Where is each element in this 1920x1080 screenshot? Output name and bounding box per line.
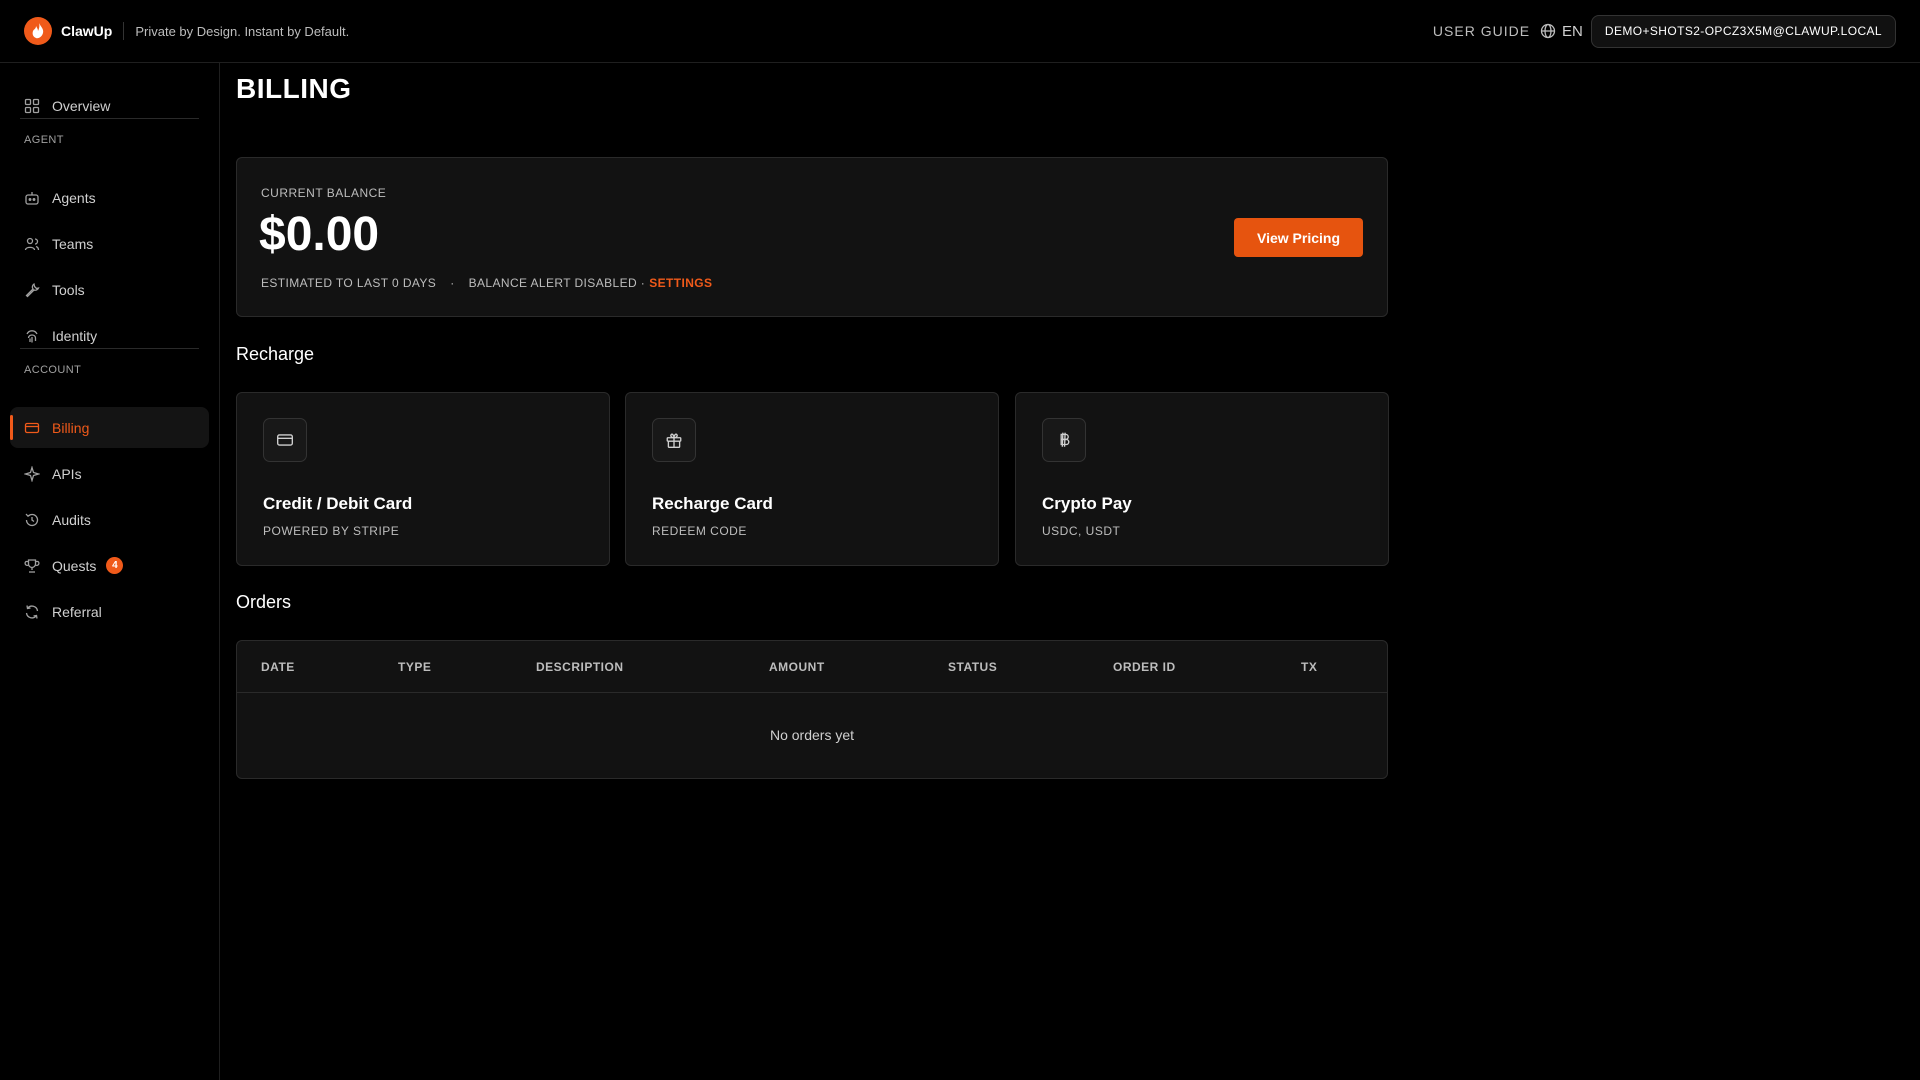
top-bar: ClawUp Private by Design. Instant by Def… (0, 0, 1920, 63)
sidebar-divider (20, 348, 199, 349)
recharge-card-method[interactable]: Recharge Card REDEEM CODE (625, 392, 999, 566)
refresh-icon (25, 604, 39, 619)
method-title: Recharge Card (652, 494, 773, 513)
sidebar-item-label: Teams (52, 235, 94, 252)
fingerprint-icon (26, 329, 38, 342)
gift-icon (652, 418, 696, 462)
sidebar-section-agent: AGENT (24, 134, 64, 146)
trophy-icon (24, 558, 40, 573)
meta-separator: · (450, 276, 455, 290)
top-right-controls: USER GUIDE EN DEMO+SHOTS2-OPCZ3X5M@CLAWU… (1433, 14, 1896, 48)
orders-heading: Orders (236, 592, 292, 612)
orders-table: DATE TYPE DESCRIPTION AMOUNT STATUS ORDE… (236, 640, 1388, 779)
sidebar-item-label: Referral (52, 603, 102, 620)
globe-icon (1540, 23, 1556, 39)
bitcoin-icon (1042, 418, 1086, 462)
balance-label: CURRENT BALANCE (261, 186, 387, 200)
wrench-icon (25, 282, 40, 297)
column-amount[interactable]: AMOUNT (769, 660, 825, 674)
sidebar-item-label: Billing (52, 419, 90, 436)
orders-table-header: DATE TYPE DESCRIPTION AMOUNT STATUS ORDE… (237, 641, 1387, 693)
sidebar-item-label: APIs (52, 465, 82, 482)
sidebar-item-audits[interactable]: Audits (10, 499, 209, 540)
column-description[interactable]: DESCRIPTION (536, 660, 624, 674)
method-subtitle: USDC, USDT (1042, 524, 1121, 538)
sparkle-icon (24, 465, 40, 482)
sidebar-item-overview[interactable]: Overview (10, 85, 209, 126)
users-icon (24, 237, 40, 250)
sidebar-item-apis[interactable]: APIs (10, 453, 209, 494)
method-title: Credit / Debit Card (263, 494, 413, 513)
column-type[interactable]: TYPE (398, 660, 431, 674)
history-icon (25, 513, 39, 526)
language-label: EN (1562, 22, 1583, 40)
sidebar-item-referral[interactable]: Referral (10, 591, 209, 632)
method-subtitle: REDEEM CODE (652, 524, 747, 538)
credit-card-icon (263, 418, 307, 462)
column-date[interactable]: DATE (261, 660, 295, 674)
credit-card-icon (24, 422, 40, 433)
quests-count-badge: 4 (106, 557, 124, 574)
balance-estimate: ESTIMATED TO LAST 0 DAYS (261, 276, 437, 290)
balance-alert-status: BALANCE ALERT DISABLED · (468, 276, 646, 290)
sidebar-item-label: Tools (52, 281, 85, 298)
page-title: BILLING (236, 73, 352, 104)
sidebar-section-account: ACCOUNT (24, 364, 82, 376)
view-pricing-button[interactable]: View Pricing (1234, 218, 1363, 257)
sidebar-item-teams[interactable]: Teams (10, 223, 209, 264)
brand-name[interactable]: ClawUp (61, 23, 112, 39)
sidebar-item-label: Audits (52, 511, 91, 528)
brand-divider (123, 22, 125, 40)
sidebar-divider (20, 118, 199, 119)
tagline: Private by Design. Instant by Default. (135, 23, 350, 39)
sidebar-item-tools[interactable]: Tools (10, 269, 209, 310)
user-guide-link[interactable]: USER GUIDE (1433, 23, 1530, 39)
sidebar-item-label: Agents (52, 189, 96, 206)
grid-icon (24, 98, 40, 113)
method-subtitle: POWERED BY STRIPE (263, 524, 400, 538)
clawup-logo-icon[interactable] (24, 17, 52, 45)
balance-meta: ESTIMATED TO LAST 0 DAYS · BALANCE ALERT… (261, 276, 712, 290)
language-selector[interactable]: EN (1540, 23, 1583, 40)
sidebar: Overview AGENT Agents Teams Tools Identi… (0, 63, 220, 1080)
column-tx[interactable]: TX (1301, 660, 1317, 674)
balance-amount: $0.00 (259, 208, 380, 261)
column-order-id[interactable]: ORDER ID (1113, 660, 1176, 674)
recharge-heading: Recharge (236, 344, 315, 364)
bot-icon (25, 191, 39, 205)
balance-settings-link[interactable]: SETTINGS (649, 276, 712, 290)
crypto-pay-method[interactable]: Crypto Pay USDC, USDT (1015, 392, 1389, 566)
credit-card-method[interactable]: Credit / Debit Card POWERED BY STRIPE (236, 392, 610, 566)
sidebar-item-agents[interactable]: Agents (10, 177, 209, 218)
column-status[interactable]: STATUS (948, 660, 997, 674)
sidebar-item-label: Identity (52, 327, 98, 344)
balance-card: CURRENT BALANCE $0.00 ESTIMATED TO LAST … (236, 157, 1388, 317)
sidebar-item-identity[interactable]: Identity (10, 315, 209, 356)
sidebar-item-billing[interactable]: Billing (10, 407, 209, 448)
sidebar-item-label: Overview (52, 97, 111, 114)
method-title: Crypto Pay (1042, 494, 1132, 513)
orders-empty-state: No orders yet (769, 727, 855, 743)
account-menu-button[interactable]: DEMO+SHOTS2-OPCZ3X5M@CLAWUP.LOCAL (1590, 14, 1896, 48)
sidebar-item-label: Quests (52, 557, 97, 574)
sidebar-item-quests[interactable]: Quests 4 (10, 545, 209, 586)
